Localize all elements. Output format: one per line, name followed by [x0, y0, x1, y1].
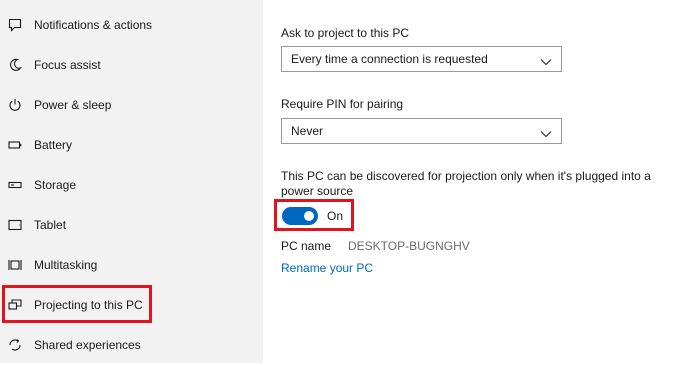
toggle-state-label: On [327, 209, 344, 223]
rename-pc-link[interactable]: Rename your PC [281, 261, 373, 275]
projecting-settings-panel: Ask to project to this PC Every time a c… [263, 0, 700, 363]
sidebar-item-label: Notifications & actions [34, 18, 153, 32]
sidebar-item-label: Storage [34, 178, 77, 192]
sidebar-item-label: Battery [34, 138, 73, 152]
pc-name-label: PC name [281, 239, 332, 253]
sidebar-item-multitasking[interactable]: Multitasking [0, 245, 263, 285]
multitasking-icon [8, 258, 22, 272]
require-pin-label: Require PIN for pairing [281, 97, 404, 111]
sidebar-item-label: Shared experiences [34, 338, 141, 352]
sidebar-item-notifications[interactable]: Notifications & actions [0, 5, 263, 45]
sidebar-item-power-sleep[interactable]: Power & sleep [0, 85, 263, 125]
ask-to-project-dropdown[interactable]: Every time a connection is requested [281, 46, 562, 72]
sidebar-item-storage[interactable]: Storage [0, 165, 263, 205]
require-pin-dropdown[interactable]: Never [281, 118, 562, 144]
sidebar-item-label: Power & sleep [34, 98, 112, 112]
sidebar-item-battery[interactable]: Battery [0, 125, 263, 165]
sidebar-item-tablet[interactable]: Tablet [0, 205, 263, 245]
battery-icon [8, 138, 22, 152]
tablet-icon [8, 218, 22, 232]
require-pin-value: Never [291, 124, 324, 138]
shared-experiences-icon [8, 338, 22, 352]
chevron-down-icon [540, 127, 552, 141]
power-source-toggle[interactable] [282, 207, 318, 225]
ask-to-project-value: Every time a connection is requested [291, 52, 488, 66]
toggle-knob [304, 211, 314, 221]
ask-to-project-label: Ask to project to this PC [281, 26, 410, 40]
sidebar-item-label: Focus assist [34, 58, 101, 72]
storage-icon [8, 178, 22, 192]
moon-icon [8, 58, 22, 72]
sidebar-item-shared-experiences[interactable]: Shared experiences [0, 325, 263, 365]
settings-sidebar: Notifications & actions Focus assist Pow… [0, 0, 263, 363]
chevron-down-icon [540, 55, 552, 69]
sidebar-item-label: Tablet [34, 218, 67, 232]
notification-icon [8, 18, 22, 32]
highlight-box [2, 285, 152, 323]
pc-name-value: DESKTOP-BUGNGHV [348, 239, 470, 253]
power-source-description: This PC can be discovered for projection… [281, 169, 651, 198]
sidebar-item-focus-assist[interactable]: Focus assist [0, 45, 263, 85]
power-icon [8, 98, 22, 112]
sidebar-item-label: Multitasking [34, 258, 98, 272]
